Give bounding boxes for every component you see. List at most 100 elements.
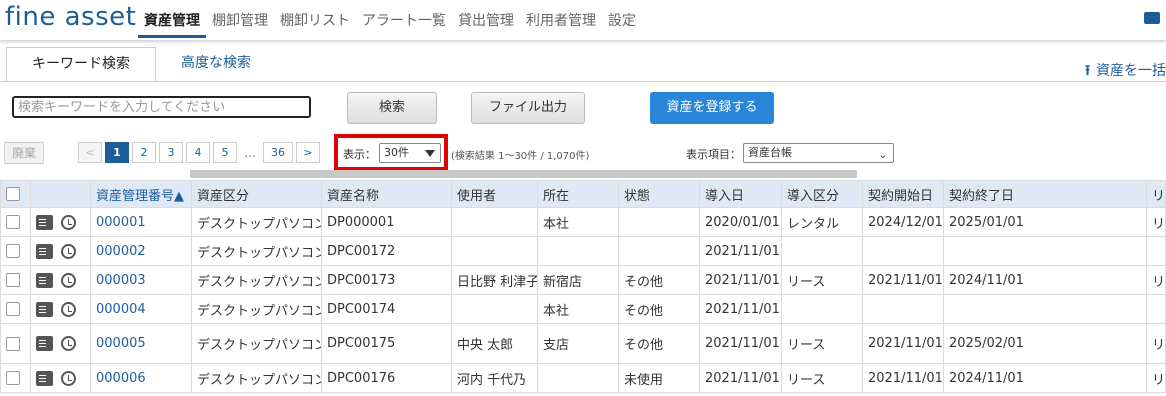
cell-user: 日比野 利津子: [451, 265, 538, 295]
asset-number-link[interactable]: 000001: [96, 215, 146, 230]
pager-page-4[interactable]: 4: [186, 142, 210, 163]
asset-number-link[interactable]: 000004: [96, 302, 146, 317]
select-all-checkbox-cell[interactable]: [0, 180, 31, 208]
cell-asset-number: 000001: [90, 207, 192, 237]
column-header-asset-category[interactable]: 資産区分: [191, 180, 322, 208]
search-tabs: キーワード検索 高度な検索: [6, 47, 276, 82]
row-checkbox-cell[interactable]: [0, 323, 31, 364]
detail-icon[interactable]: [36, 272, 53, 288]
bulk-upload-link[interactable]: ⭱ 資産を一括: [1085, 60, 1166, 84]
chevron-down-icon: ⌄: [878, 150, 887, 161]
nav-item-alert-list[interactable]: アラート一覧: [356, 0, 452, 38]
tab-advanced-search[interactable]: 高度な検索: [156, 47, 276, 80]
detail-icon[interactable]: [36, 214, 53, 230]
user-card-icon[interactable]: [1144, 12, 1160, 24]
cell-install-date: 2021/11/01: [699, 323, 782, 364]
cell-asset-category: デスクトップパソコン: [191, 236, 322, 266]
column-header-contract-end[interactable]: 契約終了日: [943, 180, 1147, 208]
cell-lease-company: リース株式会社: [1146, 363, 1166, 393]
display-count-select[interactable]: 30件: [379, 143, 441, 163]
cell-lease-company: リース株式会社: [1146, 323, 1166, 364]
pager-page-last[interactable]: 36: [263, 142, 293, 163]
row-checkbox[interactable]: [6, 336, 20, 351]
cell-status: その他: [618, 265, 700, 295]
asset-number-link[interactable]: 000002: [96, 244, 146, 259]
row-checkbox-cell[interactable]: [0, 363, 31, 393]
column-header-lease-company[interactable]: リース・レンタル会社名: [1146, 180, 1166, 208]
cell-location: 本社: [537, 294, 619, 324]
cell-install-type: リース: [781, 363, 863, 393]
tab-keyword-search[interactable]: キーワード検索: [6, 47, 156, 82]
row-checkbox-cell[interactable]: [0, 236, 31, 266]
row-actions: [30, 265, 91, 295]
horizontal-scrollbar[interactable]: [190, 170, 857, 178]
select-all-checkbox[interactable]: [6, 187, 20, 201]
cell-asset-name: DPC00175: [321, 323, 452, 364]
column-header-install-type[interactable]: 導入区分: [781, 180, 863, 208]
row-checkbox-cell[interactable]: [0, 207, 31, 237]
detail-icon[interactable]: [36, 370, 53, 386]
history-icon[interactable]: [61, 272, 76, 288]
column-header-asset-name[interactable]: 資産名称: [321, 180, 452, 208]
pager-page-5[interactable]: 5: [213, 142, 237, 163]
nav-item-lending-management[interactable]: 貸出管理: [452, 0, 520, 38]
row-checkbox-cell[interactable]: [0, 294, 31, 324]
cell-asset-number: 000004: [90, 294, 192, 324]
cell-status: その他: [618, 294, 700, 324]
cell-location: 支店: [537, 323, 619, 364]
row-checkbox[interactable]: [6, 215, 20, 229]
column-header-install-date[interactable]: 導入日: [699, 180, 782, 208]
cell-contract-start: [862, 236, 944, 266]
history-icon[interactable]: [61, 243, 76, 259]
register-asset-button[interactable]: 資産を登録する: [650, 92, 774, 124]
nav-item-user-management[interactable]: 利用者管理: [520, 0, 602, 38]
detail-icon[interactable]: [36, 243, 53, 259]
pager-page-2[interactable]: 2: [132, 142, 156, 163]
file-export-button[interactable]: ファイル出力: [471, 92, 585, 124]
pager-next-button[interactable]: >: [296, 142, 320, 163]
row-checkbox[interactable]: [6, 302, 20, 316]
cell-contract-start: 2021/11/01: [862, 265, 944, 295]
search-button[interactable]: 検索: [347, 92, 437, 124]
column-header-contract-start[interactable]: 契約開始日: [862, 180, 944, 208]
cell-install-date: 2021/11/01: [699, 294, 782, 324]
dispose-button[interactable]: 廃棄: [4, 142, 44, 164]
history-icon[interactable]: [61, 301, 76, 317]
history-icon[interactable]: [61, 370, 76, 386]
cell-user: [451, 294, 538, 324]
search-input[interactable]: [12, 96, 311, 118]
cell-location: [537, 363, 619, 393]
row-actions: [30, 323, 91, 364]
row-checkbox[interactable]: [6, 371, 20, 385]
row-checkbox[interactable]: [6, 273, 20, 287]
nav-item-inventory-management[interactable]: 棚卸管理: [206, 0, 274, 38]
cell-asset-category: デスクトップパソコン: [191, 265, 322, 295]
pager-page-1[interactable]: 1: [105, 142, 129, 163]
asset-number-link[interactable]: 000003: [96, 273, 146, 288]
nav-item-settings[interactable]: 設定: [602, 0, 642, 38]
display-columns-select[interactable]: 資産台帳 ⌄: [743, 143, 894, 163]
history-icon[interactable]: [61, 336, 76, 351]
detail-icon[interactable]: [36, 301, 53, 317]
cell-install-type: リース: [781, 323, 863, 364]
pager-prev-button[interactable]: <: [78, 142, 102, 163]
pager-page-3[interactable]: 3: [159, 142, 183, 163]
history-icon[interactable]: [61, 214, 76, 230]
column-header-status[interactable]: 状態: [618, 180, 700, 208]
app-logo[interactable]: fine asset: [5, 2, 136, 32]
detail-icon[interactable]: [36, 336, 53, 351]
row-checkbox[interactable]: [6, 244, 20, 258]
asset-number-link[interactable]: 000006: [96, 371, 146, 386]
row-checkbox-cell[interactable]: [0, 265, 31, 295]
table-row: 000001 デスクトップパソコン DP000001 本社 2020/01/01…: [0, 207, 1166, 237]
column-header-location[interactable]: 所在: [537, 180, 619, 208]
column-header-user[interactable]: 使用者: [451, 180, 538, 208]
cell-user: 河内 千代乃: [451, 363, 538, 393]
nav-item-asset-management[interactable]: 資産管理: [138, 0, 206, 38]
asset-number-link[interactable]: 000005: [96, 336, 146, 351]
column-header-asset-number[interactable]: 資産管理番号▲: [90, 180, 192, 208]
nav-item-inventory-list[interactable]: 棚卸リスト: [274, 0, 356, 38]
asset-table: 資産管理番号▲ 資産区分 資産名称 使用者 所在 状態 導入日 導入区分 契約開…: [0, 180, 1166, 393]
cell-asset-category: デスクトップパソコン: [191, 363, 322, 393]
cell-install-type: [781, 236, 863, 266]
